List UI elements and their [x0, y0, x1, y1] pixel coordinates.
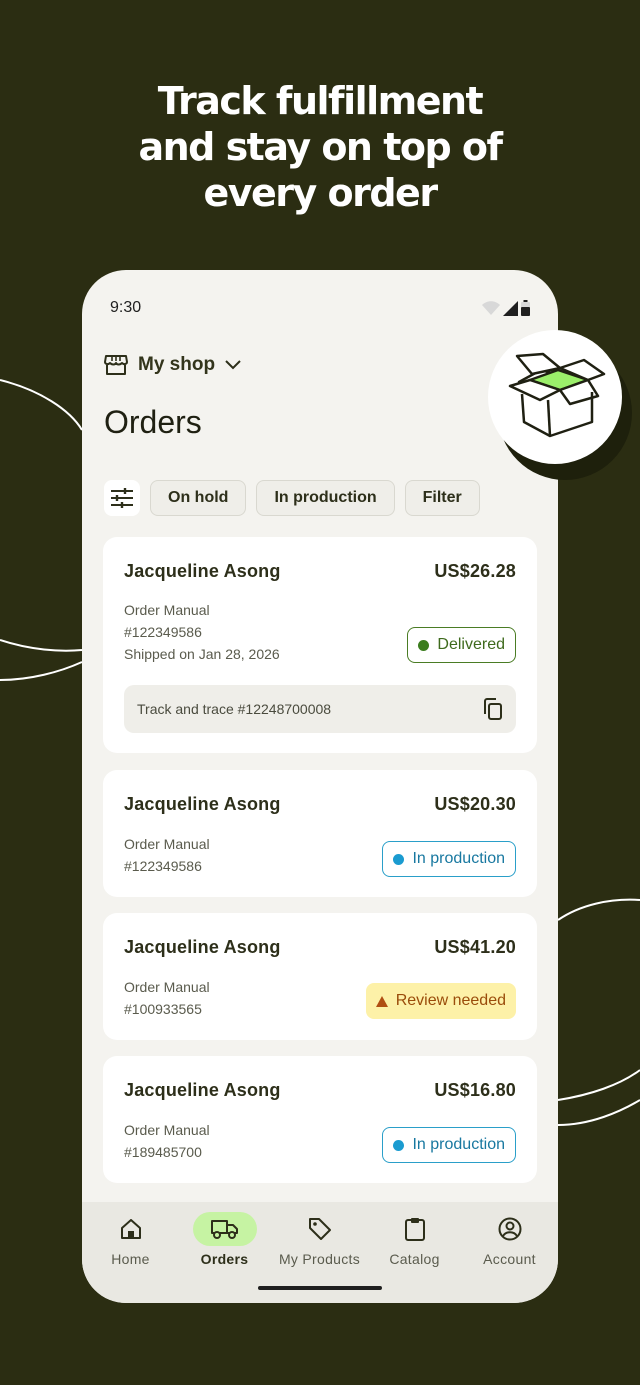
status-badge: In production [382, 841, 516, 877]
nav-label: Catalog [389, 1251, 440, 1267]
order-source: Order Manual [124, 979, 210, 995]
status-badge: Review needed [365, 983, 516, 1019]
status-label: In production [412, 850, 505, 867]
headline-line-3: every order [203, 171, 438, 215]
status-badge: Delivered [407, 627, 516, 663]
order-number: #189485700 [124, 1144, 202, 1160]
status-label: In production [412, 1136, 505, 1153]
clipboard-icon [383, 1212, 447, 1246]
status-icons [482, 300, 530, 316]
shop-name: My shop [138, 354, 216, 375]
status-badge: In production [382, 1127, 516, 1163]
order-card[interactable]: Jacqueline Asong US$20.30 Order Manual #… [103, 770, 537, 897]
nav-label: Orders [200, 1251, 249, 1267]
warning-icon [375, 995, 388, 1007]
filter-chip-filter[interactable]: Filter [404, 480, 480, 516]
truck-icon [192, 1212, 257, 1246]
order-number: #100933565 [124, 1001, 202, 1017]
page-title: Orders [104, 404, 202, 440]
home-icon [99, 1212, 163, 1246]
shipped-date: Shipped on Jan 28, 2026 [124, 646, 280, 662]
order-card[interactable]: Jacqueline Asong US$41.20 Order Manual #… [103, 913, 537, 1040]
nav-label: My Products [278, 1251, 361, 1267]
status-dot-icon [393, 853, 405, 865]
status-time: 9:30 [110, 299, 142, 316]
phone-screen: 9:30 My shop Orders On hold In productio… [82, 270, 558, 1303]
order-price: US$26.28 [434, 561, 516, 581]
customer-name: Jacqueline Asong [124, 1080, 281, 1100]
order-source: Order Manual [124, 602, 210, 618]
copy-icon[interactable] [483, 698, 503, 720]
order-card[interactable]: Jacqueline Asong US$16.80 Order Manual #… [103, 1056, 537, 1183]
customer-name: Jacqueline Asong [124, 937, 281, 957]
nav-label: Account [483, 1251, 536, 1267]
status-label: Review needed [395, 992, 506, 1009]
nav-item-orders[interactable]: Orders [177, 1212, 272, 1267]
sliders-icon [111, 488, 133, 508]
order-price: US$41.20 [434, 937, 516, 957]
order-number: #122349586 [124, 624, 202, 640]
track-and-trace: Track and trace #12248700008 [124, 685, 516, 733]
account-icon [478, 1212, 542, 1246]
order-meta: Order Manual #100933565 [124, 976, 210, 1020]
chevron-down-icon [225, 360, 241, 370]
filter-settings-button[interactable] [104, 480, 140, 516]
order-source: Order Manual [124, 836, 210, 852]
open-box-icon [488, 330, 622, 464]
headline: Track fulfillment and stay on top of eve… [0, 78, 640, 216]
shop-selector[interactable]: My shop [104, 354, 241, 376]
headline-line-2: and stay on top of [138, 125, 503, 169]
nav-item-catalog[interactable]: Catalog [367, 1212, 462, 1267]
order-meta: Order Manual #189485700 [124, 1119, 210, 1163]
status-dot-icon [418, 639, 430, 651]
order-card[interactable]: Jacqueline Asong US$26.28 Order Manual #… [103, 537, 537, 753]
track-number: Track and trace #12248700008 [137, 701, 332, 717]
order-price: US$20.30 [434, 794, 516, 814]
filter-chip-in-production[interactable]: In production [256, 480, 395, 516]
status-label: Delivered [437, 636, 505, 653]
order-meta: Order Manual #122349586 [124, 833, 210, 877]
status-dot-icon [393, 1139, 405, 1151]
order-price: US$16.80 [434, 1080, 516, 1100]
nav-item-account[interactable]: Account [462, 1212, 557, 1267]
customer-name: Jacqueline Asong [124, 561, 281, 581]
tag-icon [288, 1212, 352, 1246]
filter-chip-on-hold[interactable]: On hold [150, 480, 247, 516]
filter-bar: On hold In production Filter [104, 480, 480, 516]
store-icon [104, 355, 128, 375]
wifi-icon [482, 301, 500, 315]
battery-icon [521, 300, 530, 316]
order-meta: Order Manual #122349586 Shipped on Jan 2… [124, 599, 280, 665]
order-number: #122349586 [124, 858, 202, 874]
customer-name: Jacqueline Asong [124, 794, 281, 814]
headline-line-1: Track fulfillment [157, 79, 484, 123]
nav-item-my-products[interactable]: My Products [272, 1212, 367, 1267]
nav-item-home[interactable]: Home [83, 1212, 178, 1267]
status-bar: 9:30 [110, 298, 530, 318]
order-source: Order Manual [124, 1122, 210, 1138]
nav-label: Home [111, 1251, 150, 1267]
home-indicator [258, 1286, 382, 1290]
signal-icon [503, 300, 518, 316]
